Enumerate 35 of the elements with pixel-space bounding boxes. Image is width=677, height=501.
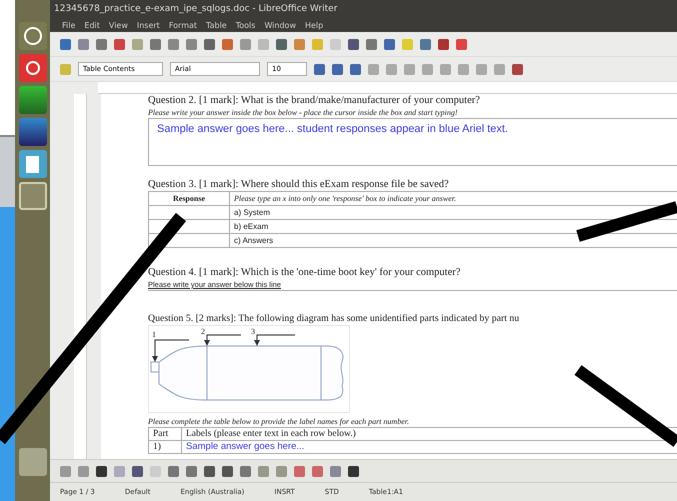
power-icon[interactable] <box>18 54 46 82</box>
workspace-icon[interactable] <box>18 182 46 210</box>
question-text: Question 5. [2 marks]: The following diagram has some unidentified parts indicated by part nu <box>148 312 520 325</box>
table-header: Labels (please enter text in each row below.) <box>182 428 677 440</box>
instruction-text: Please complete the table below to provide the label names for each part number. <box>148 416 410 427</box>
response-cell[interactable] <box>148 234 230 248</box>
window-title: 12345678_practice_e-exam_ipe_sqlogs.doc - LibreOffice Writer <box>54 4 338 14</box>
table-cell: 1) <box>148 440 182 454</box>
menu-item[interactable]: Tools <box>236 20 256 30</box>
table-header: Response <box>148 192 230 206</box>
arrow-line <box>204 334 242 346</box>
table-header: Part <box>148 428 182 440</box>
instruction-text: Please write your answer inside the box below - place the cursor inside the box and start typing! <box>148 107 459 118</box>
part-number: 3 <box>251 327 255 336</box>
menu-item[interactable]: Window <box>264 20 296 30</box>
response-cell[interactable] <box>148 206 230 220</box>
menu-item[interactable]: File <box>62 20 76 30</box>
arrow-line <box>152 340 190 362</box>
menu-item[interactable]: View <box>108 20 128 30</box>
answer-box[interactable]: Sample answer goes here... student responses appear in blue Ariel text. <box>148 118 677 166</box>
dash-icon[interactable] <box>18 22 46 50</box>
part-number: 1 <box>152 330 156 339</box>
menu-item[interactable]: Table <box>206 20 227 30</box>
response-cell[interactable] <box>148 220 230 234</box>
answer-cell[interactable]: Sample answer goes here... <box>182 440 677 454</box>
table-header: Please type an x into only one 'response' box to indicate your answer. <box>230 192 677 206</box>
question-text: Question 2. [1 mark]: What is the brand/make/manufacturer of your computer? <box>148 94 481 107</box>
menu-item[interactable]: Edit <box>84 20 100 30</box>
part-number: 2 <box>201 327 205 336</box>
menu-item[interactable]: Format <box>168 20 198 30</box>
question-text: Question 3. [1 mark]: Where should this eExam response file be saved? <box>148 178 450 191</box>
arrow-line <box>254 334 296 346</box>
question-text: Question 4. [1 mark]: Which is the 'one-time boot key' for your computer? <box>148 266 462 279</box>
menu-item[interactable]: Insert <box>136 20 160 30</box>
menu-item[interactable]: Help <box>304 20 324 30</box>
